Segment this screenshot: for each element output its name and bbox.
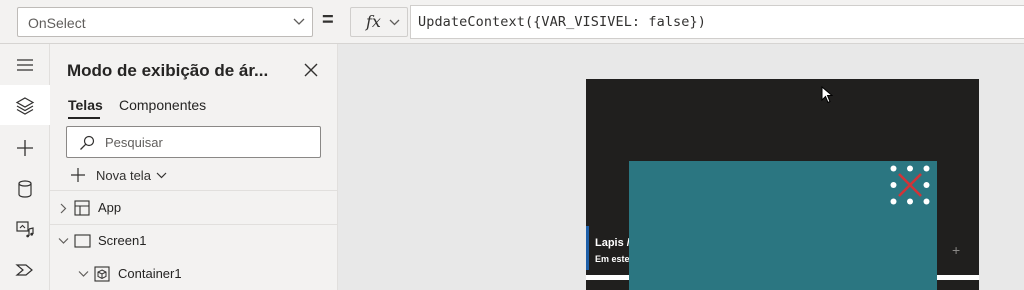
chevron-down-icon	[156, 172, 167, 179]
tree-item-label: App	[98, 200, 122, 215]
menu-button[interactable]	[0, 44, 50, 84]
media-icon	[16, 221, 34, 238]
close-icon[interactable]	[303, 62, 319, 78]
chevron-down-icon	[389, 19, 400, 26]
media-button[interactable]	[0, 208, 50, 248]
search-input[interactable]: Pesquisar	[66, 126, 321, 158]
chevron-down-icon	[293, 18, 305, 25]
gallery-item-subtitle: Em este	[595, 254, 630, 264]
selection-handle	[923, 198, 930, 205]
selection-handle	[923, 165, 930, 172]
chevron-down-icon[interactable]	[78, 270, 89, 278]
menu-icon	[17, 59, 33, 71]
gallery-item-title: Lapis /	[595, 237, 630, 249]
tree-item-label: Container1	[118, 266, 182, 281]
panel-title: Modo de exibição de ár...	[67, 61, 269, 80]
active-tab-indicator	[68, 117, 100, 119]
database-icon	[18, 180, 32, 198]
canvas-area[interactable]: Lapis / Em este +	[338, 44, 1024, 290]
formula-text: UpdateContext({VAR_VISIVEL: false})	[418, 14, 706, 30]
selection-handle	[890, 165, 897, 172]
screen-icon	[74, 234, 91, 248]
tab-telas[interactable]: Telas	[68, 97, 103, 113]
fx-button[interactable]: fx	[350, 7, 408, 37]
add-icon[interactable]: +	[952, 242, 960, 258]
selection-accent	[586, 226, 589, 270]
tree-view-button[interactable]	[0, 85, 50, 125]
app-screen-preview[interactable]: Lapis / Em este +	[586, 79, 979, 290]
plus-icon	[71, 168, 85, 182]
container-icon	[94, 266, 110, 282]
tree-view-panel: Modo de exibição de ár... Telas Componen…	[50, 44, 338, 290]
equals-sign: =	[322, 9, 334, 31]
property-dropdown[interactable]: OnSelect	[17, 7, 313, 37]
mouse-cursor-icon	[821, 86, 833, 104]
selection-handle	[907, 165, 913, 172]
power-automate-icon	[15, 264, 33, 276]
power-automate-button[interactable]	[0, 249, 50, 289]
close-icon[interactable]	[890, 165, 930, 205]
search-placeholder: Pesquisar	[105, 135, 163, 150]
new-screen-label: Nova tela	[96, 168, 151, 183]
tree-item-container1[interactable]: Container1	[50, 258, 338, 290]
property-dropdown-value: OnSelect	[28, 15, 86, 31]
insert-button[interactable]	[0, 127, 50, 167]
tree-item-label: Screen1	[98, 233, 147, 248]
selection-handle	[907, 198, 913, 205]
app-icon	[74, 200, 90, 216]
selection-handle	[890, 182, 897, 188]
fx-icon: fx	[366, 12, 381, 31]
selection-handle	[890, 198, 897, 205]
formula-bar: OnSelect = fx UpdateContext({VAR_VISIVEL…	[0, 0, 1024, 44]
formula-input[interactable]: UpdateContext({VAR_VISIVEL: false})	[410, 5, 1024, 39]
plus-icon	[17, 140, 33, 156]
search-icon	[80, 135, 95, 150]
tab-componentes[interactable]: Componentes	[119, 97, 206, 113]
data-button[interactable]	[0, 168, 50, 208]
tree-item-screen1[interactable]: Screen1	[50, 225, 338, 257]
chevron-down-icon[interactable]	[58, 237, 69, 245]
chevron-right-icon[interactable]	[59, 203, 67, 214]
layers-icon	[15, 97, 35, 115]
left-rail	[0, 44, 50, 290]
tree-item-app[interactable]: App	[50, 192, 338, 224]
divider	[50, 190, 338, 191]
selection-handle	[923, 182, 930, 188]
